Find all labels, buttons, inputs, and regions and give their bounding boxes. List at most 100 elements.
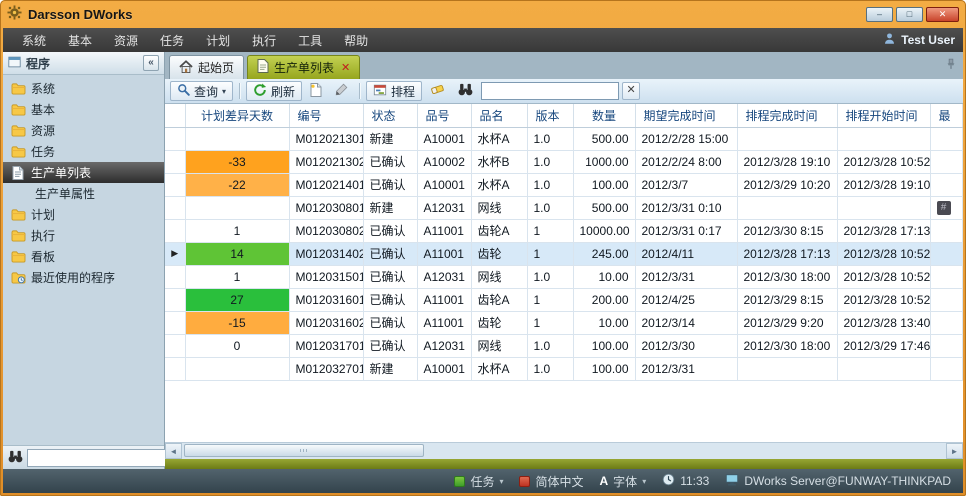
cell-extra[interactable] — [930, 357, 962, 380]
cell-status[interactable]: 新建 — [363, 196, 417, 219]
cell-qty[interactable]: 100.00 — [573, 334, 635, 357]
cell-sched_end[interactable] — [737, 196, 837, 219]
language-selector[interactable]: 简体中文 — [519, 473, 583, 490]
grid-row[interactable]: -15M012031602已确认A11001齿轮110.002012/3/142… — [165, 311, 962, 334]
column-header[interactable]: 编号 — [289, 104, 363, 127]
cell-no[interactable]: M012031701 — [289, 334, 363, 357]
sidebar-item-system[interactable]: 系统 — [3, 78, 164, 99]
cell-no[interactable]: M012021401 — [289, 173, 363, 196]
cell-sched_start[interactable] — [837, 357, 930, 380]
cell-sched_end[interactable]: 2012/3/29 9:20 — [737, 311, 837, 334]
cell-part_no[interactable]: A10001 — [417, 173, 471, 196]
cell-part_name[interactable]: 齿轮A — [471, 219, 527, 242]
grid-row[interactable]: M012032701新建A10001水杯A1.0100.002012/3/31 — [165, 357, 962, 380]
find-button[interactable] — [453, 81, 478, 101]
cell-qty[interactable]: 100.00 — [573, 357, 635, 380]
cell-part_no[interactable]: A12031 — [417, 265, 471, 288]
cell-ver[interactable]: 1.0 — [527, 127, 573, 150]
grid-row[interactable]: M012030801新建A12031网线1.0500.002012/3/31 0… — [165, 196, 962, 219]
cell-sched_start[interactable]: 2012/3/28 10:52 — [837, 265, 930, 288]
grid-row[interactable]: -33M012021302已确认A10002水杯B1.01000.002012/… — [165, 150, 962, 173]
cell-no[interactable]: M012031601 — [289, 288, 363, 311]
cell-expect[interactable]: 2012/4/11 — [635, 242, 737, 265]
cell-ver[interactable]: 1.0 — [527, 150, 573, 173]
sidebar-item-recent-programs[interactable]: 最近使用的程序 — [3, 267, 164, 288]
cell-ver[interactable]: 1.0 — [527, 265, 573, 288]
sidebar-item-basic[interactable]: 基本 — [3, 99, 164, 120]
toolbar-clear-button[interactable]: ✕ — [622, 82, 640, 100]
column-header[interactable]: 品名 — [471, 104, 527, 127]
cell-diff[interactable]: 27 — [185, 288, 289, 311]
cell-sched_start[interactable]: 2012/3/28 10:52 — [837, 288, 930, 311]
cell-expect[interactable]: 2012/3/7 — [635, 173, 737, 196]
cell-extra[interactable] — [930, 334, 962, 357]
task-selector[interactable]: 任务 ▾ — [454, 473, 503, 490]
refresh-button[interactable]: 刷新 — [246, 81, 302, 101]
sidebar-item-plan[interactable]: 计划 — [3, 204, 164, 225]
grid-row[interactable]: ▶14M012031402已确认A11001齿轮1245.002012/4/11… — [165, 242, 962, 265]
cell-sched_start[interactable] — [837, 127, 930, 150]
cell-ver[interactable]: 1.0 — [527, 173, 573, 196]
cell-part_name[interactable]: 水杯A — [471, 357, 527, 380]
cell-expect[interactable]: 2012/4/25 — [635, 288, 737, 311]
cell-expect[interactable]: 2012/3/31 0:10 — [635, 196, 737, 219]
cell-diff[interactable]: -33 — [185, 150, 289, 173]
cell-extra[interactable] — [930, 150, 962, 173]
cell-no[interactable]: M012021301 — [289, 127, 363, 150]
scroll-left-button[interactable]: ◄ — [165, 443, 182, 459]
cell-status[interactable]: 已确认 — [363, 150, 417, 173]
cell-sched_end[interactable]: 2012/3/30 18:00 — [737, 265, 837, 288]
cell-status[interactable]: 已确认 — [363, 311, 417, 334]
cell-no[interactable]: M012021302 — [289, 150, 363, 173]
cell-qty[interactable]: 200.00 — [573, 288, 635, 311]
cell-no[interactable]: M012031602 — [289, 311, 363, 334]
cell-qty[interactable]: 245.00 — [573, 242, 635, 265]
cell-part_name[interactable]: 齿轮 — [471, 311, 527, 334]
column-header[interactable]: 期望完成时间 — [635, 104, 737, 127]
cell-diff[interactable] — [185, 196, 289, 219]
cell-part_name[interactable]: 网线 — [471, 265, 527, 288]
cell-ver[interactable]: 1.0 — [527, 196, 573, 219]
cell-part_no[interactable]: A12031 — [417, 334, 471, 357]
grid-row[interactable]: 1M012030802已确认A11001齿轮A110000.002012/3/3… — [165, 219, 962, 242]
cell-sched_start[interactable]: 2012/3/28 10:52 — [837, 150, 930, 173]
cell-ver[interactable]: 1.0 — [527, 357, 573, 380]
sidebar-item-execute[interactable]: 执行 — [3, 225, 164, 246]
cell-sched_start[interactable]: 2012/3/28 17:13 — [837, 219, 930, 242]
cell-qty[interactable]: 100.00 — [573, 173, 635, 196]
cell-ver[interactable]: 1 — [527, 219, 573, 242]
cell-diff[interactable] — [185, 357, 289, 380]
cell-diff[interactable]: 1 — [185, 219, 289, 242]
tab-production-order-list[interactable]: 生产单列表 ✕ — [247, 55, 360, 79]
cell-part_no[interactable]: A10002 — [417, 150, 471, 173]
column-header[interactable]: 最 — [930, 104, 962, 127]
cell-sched_start[interactable]: 2012/3/29 17:46 — [837, 334, 930, 357]
cell-sched_start[interactable]: 2012/3/28 10:52 — [837, 242, 930, 265]
cell-ver[interactable]: 1 — [527, 311, 573, 334]
cell-extra[interactable] — [930, 219, 962, 242]
column-header[interactable]: 数量 — [573, 104, 635, 127]
maximize-button[interactable]: □ — [896, 7, 923, 22]
cell-sched_end[interactable]: 2012/3/30 18:00 — [737, 334, 837, 357]
cell-expect[interactable]: 2012/3/31 — [635, 357, 737, 380]
cell-qty[interactable]: 10.00 — [573, 265, 635, 288]
cell-part_name[interactable]: 网线 — [471, 196, 527, 219]
scrollbar-thumb[interactable] — [184, 444, 424, 457]
cell-extra[interactable] — [930, 311, 962, 334]
cell-extra[interactable] — [930, 288, 962, 311]
cell-diff[interactable]: 1 — [185, 265, 289, 288]
column-header[interactable]: 排程开始时间 — [837, 104, 930, 127]
scroll-right-button[interactable]: ► — [946, 443, 963, 459]
menu-item[interactable]: 执行 — [241, 28, 287, 53]
cell-qty[interactable]: 500.00 — [573, 196, 635, 219]
tab-start-page[interactable]: 起始页 — [169, 55, 244, 79]
cell-part_no[interactable]: A11001 — [417, 219, 471, 242]
cell-sched_start[interactable] — [837, 196, 930, 219]
cell-qty[interactable]: 1000.00 — [573, 150, 635, 173]
cell-diff[interactable]: -22 — [185, 173, 289, 196]
grid-row[interactable]: 27M012031601已确认A11001齿轮A1200.002012/4/25… — [165, 288, 962, 311]
cell-ver[interactable]: 1 — [527, 288, 573, 311]
menu-item[interactable]: 任务 — [149, 28, 195, 53]
cell-no[interactable]: M012031402 — [289, 242, 363, 265]
sidebar-item-tasks[interactable]: 任务 — [3, 141, 164, 162]
